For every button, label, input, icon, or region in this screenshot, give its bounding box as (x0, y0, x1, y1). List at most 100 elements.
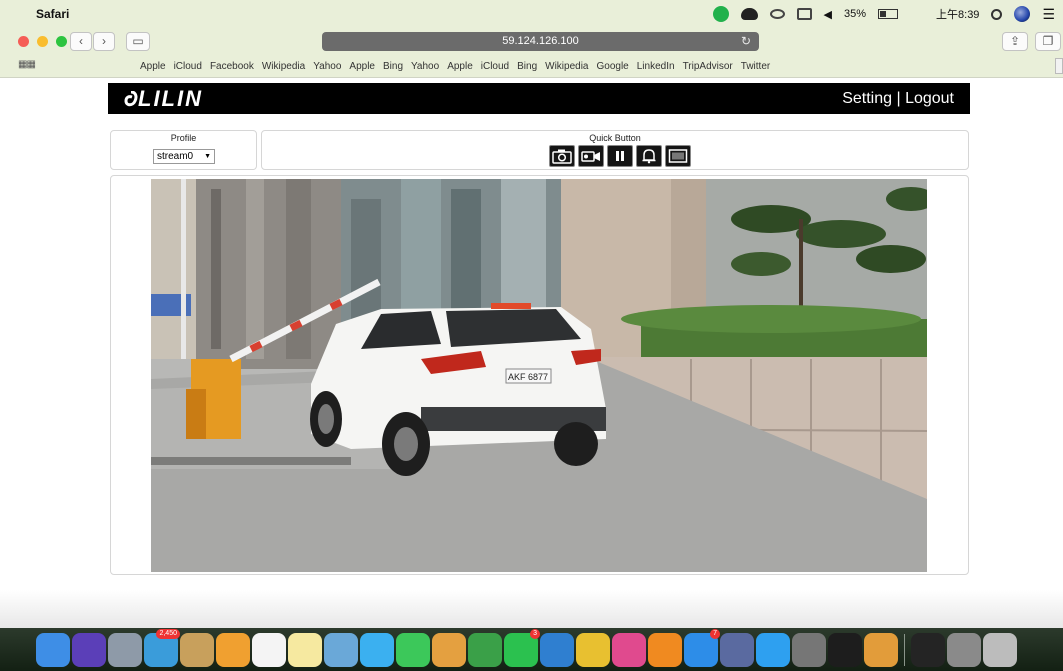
bookmark-item[interactable]: Yahoo (411, 61, 439, 72)
sublime-icon[interactable] (864, 633, 898, 667)
bookmark-item[interactable]: Apple (447, 61, 473, 72)
safari-icon[interactable] (756, 633, 790, 667)
notification-center-icon[interactable]: ☰ (1042, 6, 1055, 23)
calendar-icon[interactable] (252, 633, 286, 667)
bookmark-item[interactable]: Apple (349, 61, 375, 72)
quick-button-title: Quick Button (589, 133, 641, 143)
stickies-icon[interactable]: 2,450 (144, 629, 180, 667)
dock-badge: 2,450 (156, 629, 180, 639)
close-window-icon[interactable] (18, 36, 29, 47)
license-plate: AKF 6877 (508, 372, 548, 382)
preview-icon[interactable] (324, 633, 358, 667)
bookmark-item[interactable]: Yahoo (313, 61, 341, 72)
window-controls (18, 36, 67, 47)
eye-icon[interactable] (769, 9, 785, 19)
bookmark-item[interactable]: Google (597, 61, 629, 72)
app-name[interactable]: Safari (36, 7, 69, 21)
lilin-header: LILIN Setting | Logout (108, 83, 970, 114)
image-capture-icon[interactable] (720, 633, 754, 667)
forward-button[interactable]: › (93, 32, 115, 51)
siri-icon[interactable] (72, 633, 106, 667)
chrome-icon[interactable] (576, 633, 610, 667)
ibooks-icon[interactable] (648, 633, 682, 667)
dock-badge: 3 (530, 629, 540, 639)
bookmark-item[interactable]: Wikipedia (262, 61, 305, 72)
spotlight-icon[interactable] (991, 8, 1003, 20)
numbers-icon[interactable] (468, 633, 502, 667)
reload-icon[interactable]: ↻ (741, 32, 751, 51)
status-items: ◀ 35% 上午8:39 ☰ (712, 0, 1055, 28)
line-status-icon[interactable] (712, 6, 729, 22)
bookmark-item[interactable]: Apple (140, 61, 166, 72)
bookmarks-overflow[interactable] (1055, 58, 1063, 74)
address-bar[interactable]: 59.124.126.100 ↻ (322, 32, 759, 51)
bookmark-item[interactable]: iCloud (481, 61, 509, 72)
tabs-button[interactable]: ❐ (1035, 32, 1061, 51)
bookmark-item[interactable]: Facebook (210, 61, 254, 72)
finder-icon[interactable] (36, 633, 70, 667)
photos-icon[interactable] (216, 633, 250, 667)
bookmark-item[interactable]: TripAdvisor (683, 61, 733, 72)
text-icon[interactable] (288, 633, 322, 667)
safari-toolbar: ‹ › ▭ 59.124.126.100 ↻ ⇪ ❐ (0, 28, 1063, 54)
line-icon[interactable]: 3 (504, 629, 540, 667)
launchpad-icon[interactable] (108, 633, 142, 667)
bookmark-item[interactable]: LinkedIn (637, 61, 675, 72)
profile-panel: Profile stream0 ▼ (110, 130, 257, 170)
live-video-feed[interactable]: AKF 6877 (151, 179, 927, 572)
stream-select-value: stream0 (157, 151, 194, 162)
chevron-right-icon: › (102, 34, 106, 48)
dock-shadow (0, 590, 1063, 630)
itunes-icon[interactable] (612, 633, 646, 667)
top-sites-icon[interactable]: ▦▦ (18, 59, 36, 70)
appstore-icon[interactable]: 7 (684, 629, 720, 667)
messages-icon[interactable] (360, 633, 394, 667)
bookmark-list: Apple iCloud Facebook Wikipedia Yahoo Ap… (140, 54, 770, 78)
siri-menu-icon[interactable] (1014, 6, 1031, 22)
bookmark-item[interactable]: Bing (383, 61, 403, 72)
cloud-icon[interactable] (740, 8, 758, 20)
pause-button[interactable] (607, 145, 633, 167)
terminal-icon[interactable] (911, 633, 945, 667)
clock[interactable]: 上午8:39 (936, 6, 979, 22)
sketch-icon[interactable] (432, 633, 466, 667)
bookmark-item[interactable]: Bing (517, 61, 537, 72)
photo-booth-icon[interactable] (947, 633, 981, 667)
battery-percent: 35% (843, 8, 867, 20)
dropdown-arrow-icon: ▼ (204, 153, 211, 160)
share-button[interactable]: ⇪ (1002, 32, 1028, 51)
camera-icon (552, 149, 572, 164)
quick-button-group (549, 145, 691, 167)
sidebar-icon: ▭ (132, 34, 144, 48)
notes-icon[interactable] (180, 633, 214, 667)
bookmark-item[interactable]: Twitter (741, 61, 770, 72)
keynote-icon[interactable] (540, 633, 574, 667)
stream-select[interactable]: stream0 ▼ (153, 149, 215, 164)
video-record-icon (581, 151, 600, 162)
pause-icon (616, 151, 624, 161)
system-preferences-icon[interactable] (792, 633, 826, 667)
record-button[interactable] (578, 145, 604, 167)
volume-icon[interactable]: ◀ (824, 8, 832, 21)
facetime-icon[interactable] (396, 633, 430, 667)
dock-apps: 2,450 3 7 (36, 629, 1017, 668)
bookmark-item[interactable]: iCloud (174, 61, 202, 72)
alarm-button[interactable] (636, 145, 662, 167)
bookmark-item[interactable]: Wikipedia (545, 61, 588, 72)
battery-icon[interactable] (878, 9, 899, 19)
setting-link[interactable]: Setting (842, 90, 892, 107)
logo-mark-icon (124, 90, 138, 107)
quick-button-panel: Quick Button (261, 130, 969, 170)
logout-link[interactable]: Logout (905, 90, 954, 107)
back-button[interactable]: ‹ (70, 32, 92, 51)
trash-icon[interactable] (983, 633, 1017, 667)
snapshot-button[interactable] (549, 145, 575, 167)
minimize-window-icon[interactable] (37, 36, 48, 47)
airplay-icon[interactable] (796, 8, 812, 20)
zoom-window-icon[interactable] (56, 36, 67, 47)
display-button[interactable] (665, 145, 691, 167)
tabs-icon: ❐ (1042, 34, 1054, 48)
sidebar-button[interactable]: ▭ (126, 32, 150, 51)
logo-text: LILIN (138, 86, 203, 111)
terminal-dark-icon[interactable] (828, 633, 862, 667)
